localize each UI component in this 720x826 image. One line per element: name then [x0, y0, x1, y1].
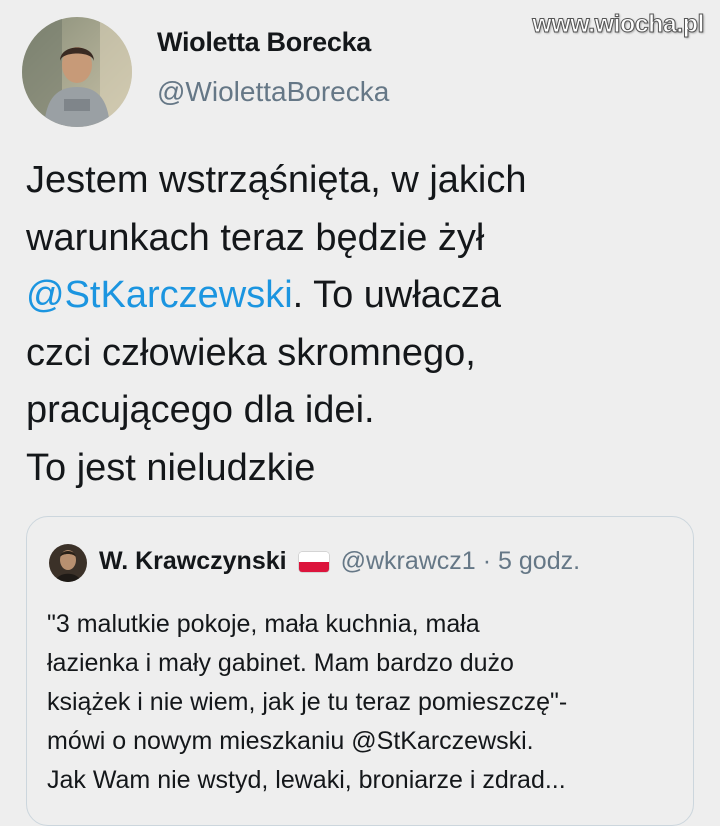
tweet-line: To jest nieludzkie [26, 446, 316, 489]
quoted-tweet-text: "3 malutkie pokoje, mała kuchnia, mała ł… [47, 605, 677, 800]
quoted-tweet-time[interactable]: 5 godz. [498, 547, 580, 576]
profile-photo-icon [49, 544, 87, 582]
quoted-author-name[interactable]: W. Krawczynski [99, 547, 287, 576]
author-name[interactable]: Wioletta Borecka [157, 27, 371, 58]
tweet-line: Jestem wstrząśnięta, w jakich [26, 159, 527, 201]
tweet-line: pracującego dla idei. [26, 389, 375, 431]
quoted-author-handle[interactable]: @wkrawcz1 [341, 547, 476, 576]
quoted-line: książek i nie wiem, jak je tu teraz pomi… [47, 688, 568, 716]
quoted-line: mówi o nowym mieszkaniu @StKarczewski. [47, 727, 534, 755]
quoted-author-avatar[interactable] [49, 544, 87, 582]
poland-flag-icon [298, 551, 329, 572]
quoted-line: Jak Wam nie wstyd, lewaki, broniarze i z… [47, 766, 566, 794]
quoted-line: "3 malutkie pokoje, mała kuchnia, mała [47, 610, 480, 638]
profile-photo-icon [22, 17, 132, 127]
mention-link[interactable]: @StKarczewski [26, 274, 293, 316]
tweet-container: Wioletta Borecka @WiolettaBorecka www.wi… [0, 0, 720, 826]
tweet-line: warunkach teraz będzie żył [26, 216, 485, 259]
separator-dot: · [482, 547, 492, 575]
quoted-tweet-header: W. Krawczynski @wkrawcz1 · 5 godz. [99, 547, 580, 576]
quoted-tweet-card[interactable]: W. Krawczynski @wkrawcz1 · 5 godz. "3 ma… [26, 516, 694, 826]
tweet-text: Jestem wstrząśnięta, w jakich warunkach … [26, 152, 706, 497]
tweet-line: czci człowieka skromnego, [26, 331, 476, 374]
author-handle[interactable]: @WiolettaBorecka [157, 76, 389, 108]
watermark: www.wiocha.pl [532, 10, 705, 39]
author-avatar[interactable] [22, 17, 132, 127]
tweet-line: @StKarczewski. To uwłacza [26, 274, 502, 316]
quoted-line: łazienka i mały gabinet. Mam bardzo dużo [47, 649, 514, 677]
